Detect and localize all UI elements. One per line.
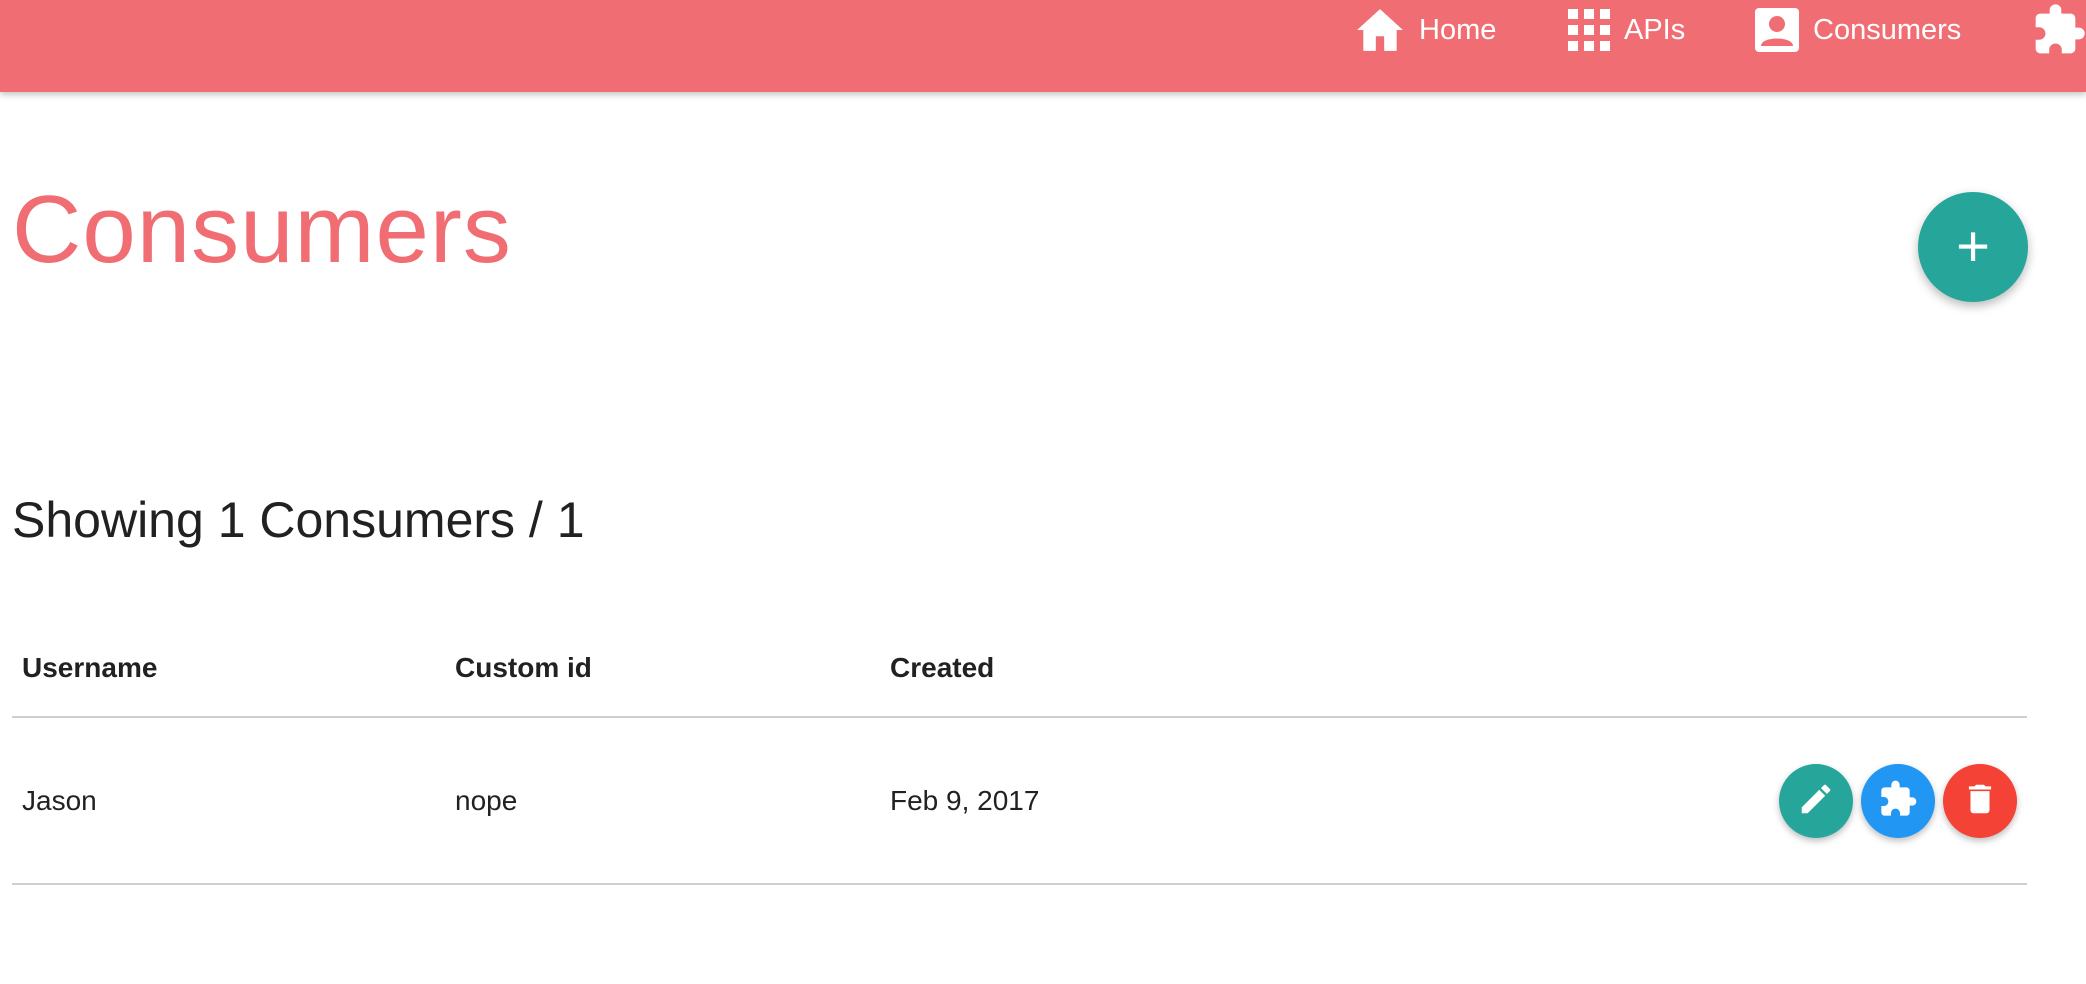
nav-home-label: Home [1419, 13, 1497, 46]
edit-consumer-button[interactable] [1779, 763, 1853, 838]
grid-icon [1568, 9, 1610, 51]
delete-consumer-button[interactable] [1943, 763, 2017, 838]
header-custom-id[interactable]: Custom id [445, 620, 880, 718]
cell-custom-id: nope [445, 717, 880, 885]
cell-created: Feb 9, 2017 [880, 717, 1390, 885]
table-header-row: Username Custom id Created [12, 620, 2027, 718]
add-consumer-button[interactable]: + [1918, 192, 2028, 302]
nav-consumers[interactable]: Consumers [1755, 0, 1961, 60]
nav-apis-label: APIs [1624, 13, 1686, 46]
nav-consumers-label: Consumers [1813, 13, 1962, 46]
row-actions [1390, 717, 2027, 885]
consumer-plugins-button[interactable] [1861, 763, 1935, 838]
home-icon [1355, 7, 1405, 53]
header-created[interactable]: Created [880, 620, 1390, 718]
trash-icon [1961, 780, 1999, 821]
puzzle-icon [2031, 2, 2086, 58]
header-actions [1390, 620, 2027, 718]
account-box-icon [1755, 8, 1799, 52]
results-count: Showing 1 Consumers / 1 [12, 492, 585, 548]
puzzle-icon [1878, 779, 1918, 822]
nav-home[interactable]: Home [1355, 0, 1496, 60]
pencil-icon [1797, 780, 1835, 821]
page-title: Consumers [12, 176, 512, 283]
nav-apis[interactable]: APIs [1568, 0, 1685, 60]
consumers-table: Username Custom id Created Jason nope Fe… [12, 620, 2027, 885]
header-username[interactable]: Username [12, 620, 445, 718]
cell-username: Jason [12, 717, 445, 885]
table-row: Jason nope Feb 9, 2017 [12, 717, 2027, 885]
top-navbar: Home APIs Consumers [0, 0, 2086, 92]
nav-plugins[interactable] [2031, 0, 2086, 60]
